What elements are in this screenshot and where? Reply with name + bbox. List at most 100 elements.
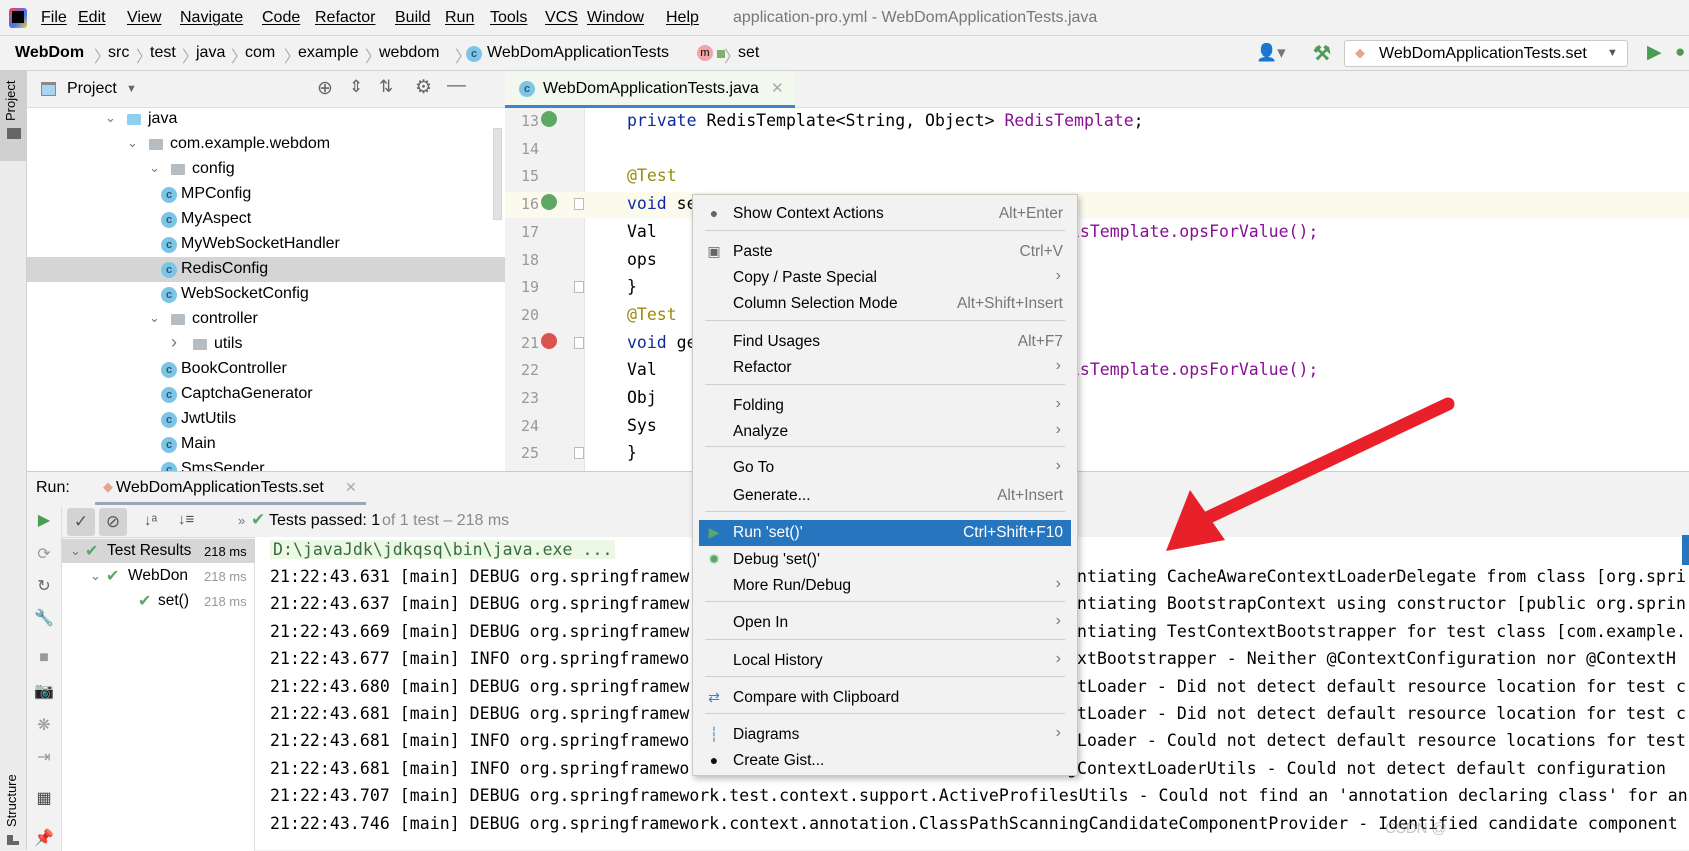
menu-item-column-selection-mode[interactable]: Column Selection Mode Alt+Shift+Insert [699, 291, 1071, 317]
show-passed-toggle[interactable]: ✓ [67, 508, 95, 536]
menu-run[interactable]: Run [445, 9, 474, 27]
menu-item-paste[interactable]: ▣ Paste Ctrl+V [699, 239, 1071, 265]
menu-item-debug-set[interactable]: ✹ Debug 'set()' [699, 547, 1071, 573]
breadcrumb-item[interactable]: java [196, 44, 225, 62]
menu-item-go-to[interactable]: Go To › [699, 455, 1071, 481]
test-node-class[interactable]: ⌄ ✔ WebDon 218 ms [62, 564, 255, 588]
gear-icon[interactable]: ⚙ [415, 76, 432, 99]
run-test-icon[interactable] [541, 194, 557, 211]
project-title[interactable]: Project [67, 80, 117, 98]
show-ignored-toggle[interactable]: ⊘ [99, 508, 127, 536]
breadcrumb-item[interactable]: example [298, 44, 358, 62]
rerun-icon[interactable]: ▶ [34, 510, 54, 530]
tree-item[interactable]: ⌄ controller [27, 307, 505, 332]
stop-icon[interactable]: ■ [34, 649, 54, 667]
tree-item[interactable]: c Main [27, 432, 505, 457]
tree-item[interactable]: c SmsSender [27, 457, 505, 471]
menu-item-open-in[interactable]: Open In › [699, 610, 1071, 636]
structure-tool-button[interactable]: Structure [0, 751, 26, 851]
debug-icon[interactable]: ● [1675, 42, 1685, 62]
menu-tools[interactable]: Tools [490, 9, 527, 27]
tree-item[interactable]: › utils [27, 332, 505, 357]
sort-alpha-icon[interactable]: ↓ᵃ [144, 512, 157, 529]
breadcrumb-item[interactable]: com [245, 44, 275, 62]
run-test-error-icon[interactable] [541, 332, 557, 349]
menu-item-find-usages[interactable]: Find Usages Alt+F7 [699, 329, 1071, 355]
breadcrumb-item[interactable]: src [108, 44, 129, 62]
breadcrumb-item[interactable]: WebDom [15, 44, 84, 62]
menu-item-create-gist[interactable]: ● Create Gist... [699, 748, 1071, 774]
tree-item[interactable]: c CaptchaGenerator [27, 382, 505, 407]
chevron-down-icon[interactable]: ▼ [126, 83, 137, 95]
collapse-all-icon[interactable]: ⇅ [379, 77, 393, 97]
menu-item-refactor[interactable]: Refactor › [699, 355, 1071, 381]
fold-icon[interactable] [574, 281, 584, 294]
locate-icon[interactable]: ⊕ [317, 77, 333, 100]
close-icon[interactable]: ✕ [345, 479, 357, 496]
chevron-right-icon[interactable]: › [171, 332, 177, 353]
menu-file[interactable]: File [41, 9, 67, 27]
run-icon[interactable]: ▶ [1647, 41, 1662, 64]
menu-item-folding[interactable]: Folding › [699, 393, 1071, 419]
chevron-down-icon[interactable]: ⌄ [127, 135, 138, 151]
tree-item[interactable]: c MPConfig [27, 182, 505, 207]
camera-icon[interactable]: 📷 [34, 681, 54, 701]
project-tool-button[interactable]: Project [0, 71, 26, 161]
tree-item[interactable]: ⌄ java [27, 107, 505, 132]
menu-navigate[interactable]: Navigate [180, 9, 243, 27]
wrench-icon[interactable]: 🔧 [34, 608, 54, 628]
menu-item-run-set[interactable]: ▶ Run 'set()' Ctrl+Shift+F10 [699, 520, 1071, 546]
tree-item[interactable]: c WebSocketConfig [27, 282, 505, 307]
menu-item-show-context-actions[interactable]: ● Show Context Actions Alt+Enter [699, 201, 1071, 227]
tab-webdomapplicationtests[interactable]: c WebDomApplicationTests.java ✕ [505, 71, 795, 108]
fold-icon[interactable] [574, 198, 584, 211]
menu-item-more-run-debug[interactable]: More Run/Debug › [699, 573, 1071, 599]
menu-build[interactable]: Build [395, 9, 431, 27]
menu-refactor[interactable]: Refactor [315, 9, 375, 27]
exit-icon[interactable]: ⇥ [34, 747, 54, 767]
menu-view[interactable]: View [127, 9, 161, 27]
tree-item[interactable]: c BookController [27, 357, 505, 382]
test-node-method[interactable]: ✔ set() 218 ms [62, 589, 255, 613]
breadcrumb-item[interactable]: WebDomApplicationTests [487, 44, 669, 62]
menu-item-copy-paste-special[interactable]: Copy / Paste Special › [699, 265, 1071, 291]
breadcrumb-item[interactable]: webdom [379, 44, 439, 62]
menu-item-compare-with-clipboard[interactable]: ⇄ Compare with Clipboard [699, 685, 1071, 711]
run-test-icon[interactable] [541, 111, 557, 127]
fold-icon[interactable] [574, 336, 584, 349]
expand-all-icon[interactable]: ⇕ [349, 77, 363, 97]
chevron-down-icon[interactable]: ⌄ [149, 160, 160, 176]
close-icon[interactable]: ✕ [771, 79, 784, 97]
debug-bug-icon[interactable]: ❋ [34, 715, 54, 735]
minimize-icon[interactable]: — [447, 75, 466, 97]
menu-help[interactable]: Help [666, 9, 699, 27]
more-icon[interactable]: » [238, 513, 245, 528]
project-scrollbar[interactable] [493, 128, 502, 220]
menu-code[interactable]: Code [262, 9, 300, 27]
menu-window[interactable]: Window [587, 9, 644, 27]
tree-item[interactable]: ⌄ config [27, 157, 505, 182]
menu-vcs[interactable]: VCS [545, 9, 578, 27]
menu-item-generate[interactable]: Generate... Alt+Insert [699, 483, 1071, 509]
breadcrumb-item[interactable]: test [150, 44, 176, 62]
layout-icon[interactable]: ▦ [34, 788, 54, 808]
sort-duration-icon[interactable]: ↓≡ [178, 511, 194, 528]
menu-item-diagrams[interactable]: ┆ Diagrams › [699, 722, 1071, 748]
pin-icon[interactable]: 📌 [34, 828, 54, 848]
menu-item-analyze[interactable]: Analyze › [699, 419, 1071, 445]
fold-icon[interactable] [574, 447, 584, 460]
breadcrumb-item[interactable]: set [738, 44, 759, 62]
run-config-dropdown[interactable]: ◆ WebDomApplicationTests.set ▼ [1344, 40, 1628, 67]
test-node-results[interactable]: ⌄ ✔ Test Results 218 ms [62, 539, 255, 563]
menu-edit[interactable]: Edit [78, 9, 106, 27]
tree-item[interactable]: c MyWebSocketHandler [27, 232, 505, 257]
user-icon[interactable]: 👤▾ [1256, 43, 1286, 63]
build-hammer-icon[interactable]: ⚒ [1313, 41, 1331, 66]
chevron-down-icon[interactable]: ⌄ [105, 110, 116, 126]
chevron-down-icon[interactable]: ⌄ [149, 310, 160, 326]
rerun-failed-icon[interactable]: ⟳ [34, 544, 54, 564]
code-editor[interactable] [505, 71, 1689, 471]
toggle-autotest-icon[interactable]: ↻ [34, 576, 54, 596]
tree-item[interactable]: c JwtUtils [27, 407, 505, 432]
menu-item-local-history[interactable]: Local History › [699, 648, 1071, 674]
